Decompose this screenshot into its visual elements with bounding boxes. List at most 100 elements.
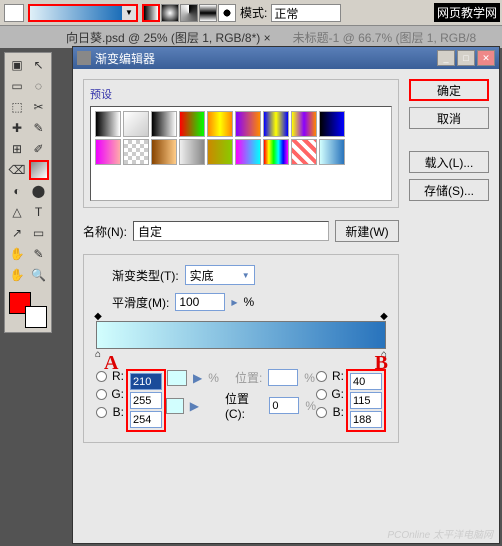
presets-label: 预设 [90,86,392,102]
gradient-type-select[interactable]: 实底▼ [185,265,255,285]
preset-swatch[interactable] [319,139,345,165]
history-brush-icon[interactable]: ✐ [29,139,49,159]
preset-swatch[interactable] [319,111,345,137]
tool-preset-swatch[interactable] [4,4,24,22]
brush-tool-icon[interactable]: ✎ [29,118,49,138]
preset-swatch[interactable] [179,139,205,165]
hand-tool-icon[interactable]: ✋ [7,265,27,285]
dialog-titlebar[interactable]: 渐变编辑器 _ □ ✕ [73,47,499,69]
position-c-label: 位置(C): [225,390,263,421]
stamp-tool-icon[interactable]: ⊞ [7,139,27,159]
radial-gradient-button[interactable] [161,4,179,22]
input-g-b[interactable] [350,392,382,409]
preset-swatch[interactable] [235,139,261,165]
chevron-down-icon: ▼ [242,271,250,280]
smoothness-input[interactable] [175,293,225,311]
preset-swatch[interactable] [95,111,121,137]
document-tabs: 向日葵.psd @ 25% (图层 1, RGB/8*) × 未标题-1 @ 6… [0,26,502,48]
options-bar: ▼ 模式: 正常 网页教学网 [0,0,502,26]
preset-swatch[interactable] [179,111,205,137]
watermark-badge: 网页教学网 [434,3,500,22]
input-b-b[interactable] [350,411,382,428]
gradient-type-label: 渐变类型(T): [112,267,179,284]
preset-swatch[interactable] [207,111,233,137]
ok-button[interactable]: 确定 [409,79,489,101]
label-g: G: [110,387,124,401]
angle-gradient-button[interactable] [180,4,198,22]
notes-tool-icon[interactable]: ✋ [7,244,27,264]
type-tool-icon[interactable]: T [29,202,49,222]
stop-color-swatch-2[interactable] [166,398,184,414]
radio-b-a[interactable] [96,407,107,418]
preset-swatch[interactable] [263,111,289,137]
gradient-editor-dialog: 渐变编辑器 _ □ ✕ 预设 名称(N): 新建(W) 渐变类型(T): 实底 [72,46,500,544]
position-input-2[interactable] [269,397,299,414]
label-b: B: [110,405,124,419]
gradient-tool-icon[interactable] [29,160,49,180]
preset-swatch[interactable] [123,139,149,165]
input-r-a[interactable] [130,373,162,390]
chevron-right-icon[interactable]: ▶ [190,399,199,413]
maximize-button[interactable]: □ [457,50,475,66]
color-stop-left[interactable]: ⌂ [93,348,103,360]
preset-swatch[interactable] [263,139,289,165]
dodge-tool-icon[interactable]: ⬤ [29,181,49,201]
preset-swatch[interactable] [151,111,177,137]
path-tool-icon[interactable]: ↗ [7,223,27,243]
stop-color-swatch[interactable] [167,370,187,386]
color-swatches [7,290,49,330]
blend-mode-select[interactable]: 正常 [271,4,341,22]
lasso-tool-icon[interactable]: ◌ [29,76,49,96]
presets-group: 预设 [83,79,399,208]
background-color-swatch[interactable] [25,306,47,328]
zoom-tool-icon[interactable]: 🔍 [29,265,49,285]
crop-tool-icon[interactable]: ⬚ [7,97,27,117]
move-tool-icon[interactable]: ▣ [7,55,27,75]
marquee-tool-icon[interactable]: ▭ [7,76,27,96]
pen-tool-icon[interactable]: △ [7,202,27,222]
eraser-tool-icon[interactable]: ⌫ [7,160,27,180]
preset-swatch[interactable] [151,139,177,165]
preset-swatch[interactable] [291,139,317,165]
shape-tool-icon[interactable]: ▭ [29,223,49,243]
radio-g-a[interactable] [96,389,107,400]
load-button[interactable]: 载入(L)... [409,151,489,173]
presets-grid[interactable] [90,106,392,201]
linear-gradient-button[interactable] [142,4,160,22]
radio-b-b[interactable] [316,407,327,418]
chevron-right-icon[interactable]: ▶ [231,298,237,307]
dialog-title: 渐变编辑器 [95,50,437,67]
minimize-button[interactable]: _ [437,50,455,66]
preset-swatch[interactable] [235,111,261,137]
preset-swatch[interactable] [123,111,149,137]
new-button[interactable]: 新建(W) [335,220,399,242]
eyedropper-tool-icon[interactable]: ✎ [29,244,49,264]
input-g-a[interactable] [130,392,162,409]
preset-swatch[interactable] [207,139,233,165]
input-b-a[interactable] [130,411,162,428]
selection-tool-icon[interactable]: ↖ [29,55,49,75]
input-r-b[interactable] [350,373,382,390]
save-button[interactable]: 存储(S)... [409,179,489,201]
preset-swatch[interactable] [291,111,317,137]
radio-g-b[interactable] [316,389,327,400]
rgb-a-highlight [126,369,166,432]
mode-label: 模式: [240,4,267,21]
healing-tool-icon[interactable]: ✚ [7,118,27,138]
cancel-button[interactable]: 取消 [409,107,489,129]
close-button[interactable]: ✕ [477,50,495,66]
gradient-type-buttons [142,4,236,22]
diamond-gradient-button[interactable] [218,4,236,22]
slice-tool-icon[interactable]: ✂ [29,97,49,117]
preset-swatch[interactable] [95,139,121,165]
chevron-down-icon[interactable]: ▼ [122,6,136,20]
chevron-right-icon[interactable]: ▶ [193,371,202,385]
gradient-name-input[interactable] [133,221,329,241]
gradient-bar[interactable] [96,321,386,349]
radio-r-b[interactable] [316,371,327,382]
blur-tool-icon[interactable]: ◐ [7,181,27,201]
name-label: 名称(N): [83,223,127,240]
gradient-picker-dropdown[interactable]: ▼ [28,4,138,22]
reflected-gradient-button[interactable] [199,4,217,22]
position-label: 位置: [235,369,262,386]
